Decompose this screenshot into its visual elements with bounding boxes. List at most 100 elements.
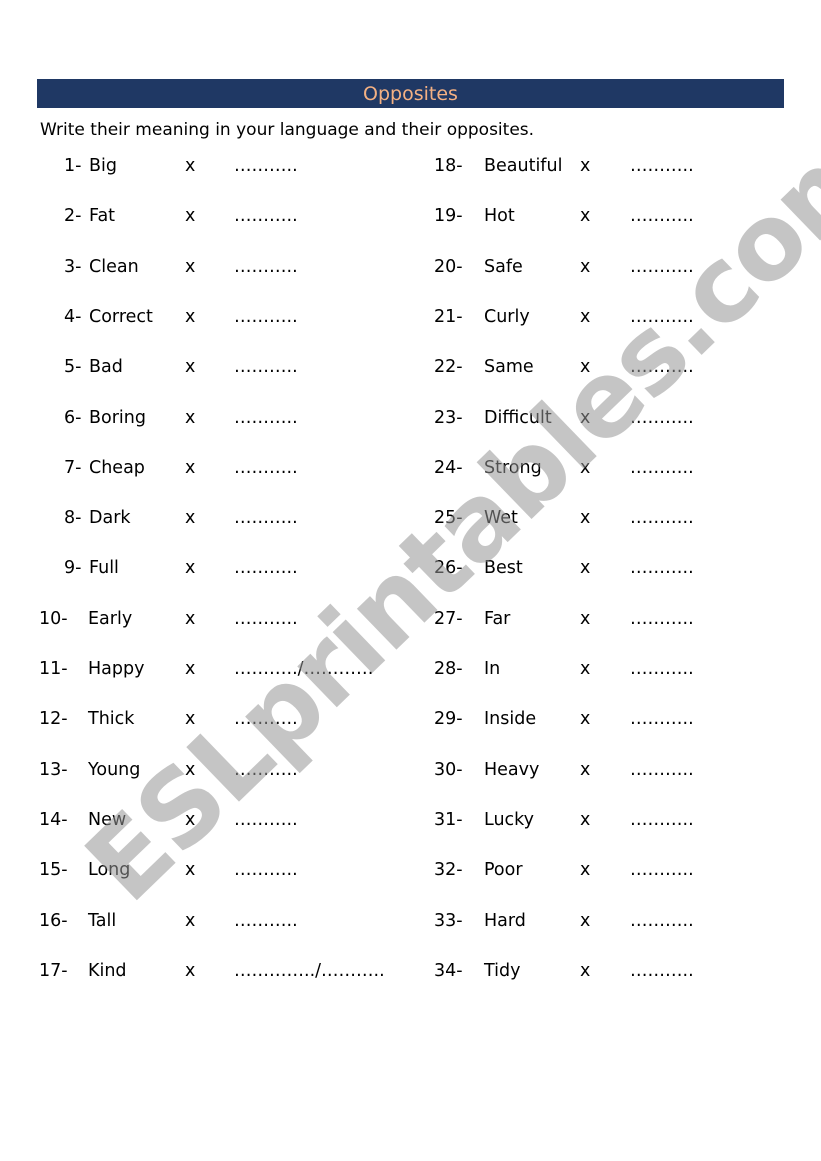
answer-blank[interactable]: ………..	[234, 257, 298, 277]
opposite-separator: x	[580, 608, 591, 629]
opposite-separator: x	[185, 910, 196, 931]
answer-blank[interactable]: ………../…………	[234, 659, 374, 679]
answer-blank[interactable]: ………..	[234, 609, 298, 629]
opposite-separator: x	[185, 809, 196, 830]
answer-blank[interactable]: ………..	[234, 558, 298, 578]
opposite-separator: x	[580, 357, 591, 378]
item-word: Happy	[88, 659, 145, 679]
opposite-separator: x	[580, 910, 591, 931]
item-word: Hard	[484, 910, 526, 931]
item-word: Inside	[484, 709, 537, 730]
opposite-separator: x	[580, 457, 591, 478]
item-number: 1-	[64, 156, 82, 176]
item-word: Dark	[89, 508, 131, 529]
item-number: 19-	[434, 206, 463, 227]
answer-blank[interactable]: ………..	[630, 911, 694, 931]
item-word: Tidy	[484, 960, 521, 981]
answer-blank[interactable]: ………..	[630, 760, 694, 780]
answer-blank[interactable]: ………..	[630, 609, 694, 629]
item-word: Bad	[89, 357, 123, 378]
answer-blank[interactable]: ………..	[234, 307, 298, 327]
item-word: Lucky	[484, 809, 535, 830]
item-number: 34-	[434, 960, 463, 981]
item-number: 27-	[434, 608, 463, 629]
item-number: 26-	[434, 558, 463, 579]
answer-blank[interactable]: ………..	[234, 508, 298, 528]
opposite-separator: x	[185, 156, 196, 176]
item-word: Safe	[484, 256, 523, 277]
item-number: 33-	[434, 910, 463, 931]
opposite-separator: x	[580, 960, 591, 981]
item-number: 4-	[64, 306, 82, 327]
instructions-text: Write their meaning in your language and…	[40, 120, 535, 140]
opposite-separator: x	[580, 407, 591, 428]
item-number: 10-	[39, 608, 68, 629]
opposite-separator: x	[185, 558, 196, 579]
opposite-separator: x	[580, 256, 591, 277]
answer-blank[interactable]: ………..	[630, 257, 694, 277]
answer-blank[interactable]: ………..	[234, 408, 298, 428]
opposite-separator: x	[580, 306, 591, 327]
item-number: 29-	[434, 709, 463, 730]
answer-blank[interactable]: ………..	[630, 961, 694, 981]
opposite-separator: x	[580, 156, 591, 176]
opposite-separator: x	[185, 407, 196, 428]
item-word: Poor	[484, 860, 523, 881]
answer-blank[interactable]: ………..	[630, 458, 694, 478]
answer-blank[interactable]: ………..	[630, 156, 694, 176]
answer-blank[interactable]: ………..	[234, 911, 298, 931]
answer-blank[interactable]: ………..	[234, 860, 298, 880]
item-word: Thick	[88, 709, 135, 730]
opposite-separator: x	[185, 508, 196, 529]
item-number: 12-	[39, 709, 68, 730]
item-number: 16-	[39, 910, 68, 931]
item-number: 5-	[64, 357, 82, 378]
item-word: Wet	[484, 508, 518, 529]
answer-blank[interactable]: ………..	[630, 659, 694, 679]
opposite-separator: x	[185, 357, 196, 378]
item-word: Correct	[89, 306, 153, 327]
answer-blank[interactable]: ………..	[630, 307, 694, 327]
opposite-separator: x	[580, 508, 591, 529]
item-number: 11-	[39, 659, 68, 679]
item-number: 20-	[434, 256, 463, 277]
item-number: 13-	[39, 759, 68, 780]
item-word: Hot	[484, 206, 515, 227]
opposite-separator: x	[580, 709, 591, 730]
answer-blank[interactable]: ………..	[234, 458, 298, 478]
item-number: 24-	[434, 457, 463, 478]
answer-blank[interactable]: ………..	[234, 810, 298, 830]
answer-blank[interactable]: ………..	[630, 810, 694, 830]
opposite-separator: x	[580, 659, 591, 679]
item-word: Beautiful	[484, 156, 563, 176]
item-word: Fat	[89, 206, 116, 227]
answer-blank[interactable]: ………..	[234, 206, 298, 226]
item-word: Long	[88, 860, 131, 881]
title-bar: Opposites	[37, 79, 784, 108]
answer-blank[interactable]: ………..	[630, 558, 694, 578]
answer-blank[interactable]: ………..	[234, 709, 298, 729]
answer-blank[interactable]: ………..	[234, 760, 298, 780]
item-word: Strong	[484, 457, 542, 478]
item-word: Tall	[88, 910, 117, 931]
answer-blank[interactable]: ………..	[630, 408, 694, 428]
opposite-separator: x	[185, 256, 196, 277]
answer-blank[interactable]: …………../………..	[234, 961, 385, 981]
item-word: Boring	[89, 407, 146, 428]
item-word: Young	[88, 759, 141, 780]
answer-blank[interactable]: ………..	[630, 709, 694, 729]
answer-blank[interactable]: ………..	[234, 156, 298, 176]
item-word: Early	[88, 608, 133, 629]
item-number: 23-	[434, 407, 463, 428]
answer-blank[interactable]: ………..	[630, 206, 694, 226]
answer-blank[interactable]: ………..	[630, 508, 694, 528]
answer-blank[interactable]: ………..	[630, 860, 694, 880]
answer-blank[interactable]: ………..	[630, 357, 694, 377]
item-number: 17-	[39, 960, 68, 981]
item-number: 7-	[64, 457, 82, 478]
item-word: Big	[89, 156, 117, 176]
answer-blank[interactable]: ………..	[234, 357, 298, 377]
item-word: Kind	[88, 960, 127, 981]
item-word: Curly	[484, 306, 530, 327]
opposite-separator: x	[185, 960, 196, 981]
